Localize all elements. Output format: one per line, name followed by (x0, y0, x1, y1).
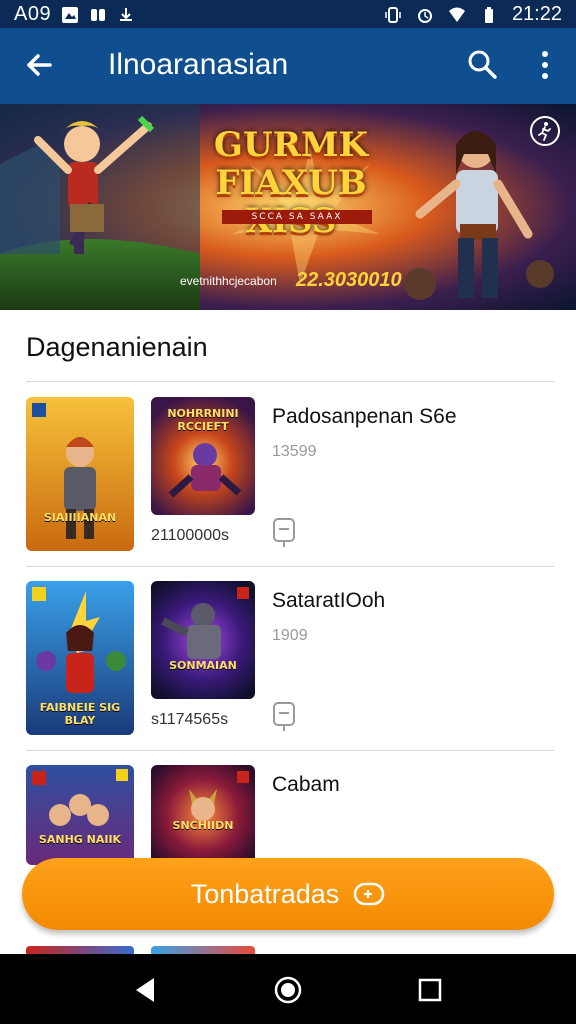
game-meta: s1174565s (151, 711, 229, 728)
game-art: SONMAIAN (151, 581, 255, 699)
cta-label: Tonbatradas (190, 878, 340, 909)
back-arrow-icon[interactable] (22, 48, 56, 82)
status-bar: A09 21:22 (0, 0, 576, 28)
cover-label: SANHG NAIIK (38, 833, 122, 846)
game-list-item[interactable]: FAIBNEIE SIG BLAY SONMAIAN SataratIOoh 1… (0, 581, 576, 751)
art-figure (189, 771, 249, 821)
download-icon (120, 7, 133, 21)
game-subtitle: 1909 (272, 627, 308, 644)
game-icon (91, 8, 106, 21)
cover-art (32, 769, 128, 826)
game-subtitle: 13599 (272, 443, 317, 460)
promo-banner[interactable]: GURMK FIAXUB XISS SCCA SA SAAX evetnithh… (0, 104, 576, 310)
game-title: Cabam (272, 773, 340, 796)
art-label: SNCHIIDN (172, 819, 234, 832)
section-title: Dagenanienain (26, 332, 208, 362)
vibrate-icon (385, 6, 401, 23)
battery-icon (484, 6, 493, 23)
system-nav-bar (0, 954, 576, 1024)
cover-art (32, 403, 96, 539)
banner-caption: evetnithhcjecabon (180, 274, 277, 288)
status-time: 21:22 (511, 3, 562, 25)
divider (26, 750, 554, 751)
next-art-peek (151, 946, 255, 954)
more-vert-icon[interactable] (538, 48, 552, 82)
status-left-text: A09 (14, 3, 52, 25)
status-right: 21:22 (384, 3, 562, 26)
banner-date: 22.3030010 (296, 269, 402, 291)
art-label: SONMAIAN (169, 659, 237, 672)
game-art: NOHRRNINI RCCIEFT (151, 397, 255, 515)
game-cover: SIAIIIIANAN (26, 397, 134, 551)
app-bar-title: Ilnoaranasian (108, 48, 289, 81)
game-cover: FAIBNEIE SIG BLAY (26, 581, 134, 735)
banner-title-line: FIAXUB (215, 163, 367, 203)
art-figure (161, 587, 249, 659)
game-list-item[interactable]: SANHG NAIIK SNCHIIDN Cabam (0, 765, 576, 865)
game-art: SNCHIIDN (151, 765, 255, 865)
wifi-icon (448, 7, 465, 22)
primary-cta-button[interactable]: Tonbatradas (22, 858, 554, 930)
nav-home-icon[interactable] (274, 976, 302, 1004)
next-cover-peek (26, 946, 134, 954)
game-list-item[interactable]: SIAIIIIANAN NOHRRNINI RCCIEFT Padosanpen… (0, 397, 576, 567)
art-label: NOHRRNINI RCCIEFT (167, 407, 239, 433)
banner-subtitle: SCCA SA SAAX (222, 210, 372, 224)
cover-label: SIAIIIIANAN (43, 511, 117, 524)
divider (26, 381, 554, 382)
game-title: Padosanpenan S6e (272, 405, 457, 428)
game-meta: 21100000s (151, 527, 229, 544)
nav-recents-icon[interactable] (418, 978, 442, 1002)
divider (26, 566, 554, 567)
cover-label: FAIBNEIE SIG BLAY (39, 701, 121, 727)
game-cover: SANHG NAIIK (26, 765, 134, 865)
gamepad-icon (354, 882, 385, 906)
running-person-icon[interactable] (530, 116, 560, 146)
nav-back-icon[interactable] (132, 976, 158, 1004)
status-left: A09 (14, 3, 135, 26)
gallery-icon (62, 6, 79, 23)
game-title: SataratIOoh (272, 589, 386, 612)
download-card-icon[interactable] (272, 701, 296, 733)
download-card-icon[interactable] (272, 517, 296, 549)
alarm-icon (417, 8, 432, 23)
banner-title-line: GURMK (213, 125, 369, 165)
app-bar: Ilnoaranasian (0, 28, 576, 104)
search-icon[interactable] (466, 48, 498, 80)
